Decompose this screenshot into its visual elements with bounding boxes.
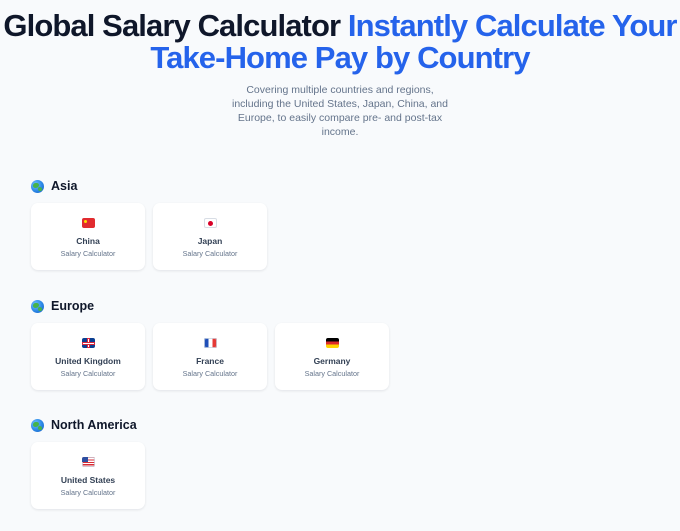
north-america-card-list: United States Salary Calculator <box>31 442 145 509</box>
france-card[interactable]: France Salary Calculator <box>153 323 267 390</box>
france-name: France <box>196 356 224 366</box>
page-subtitle: Covering multiple countries and regions,… <box>232 84 448 138</box>
globe-icon <box>31 299 44 313</box>
united-kingdom-name: United Kingdom <box>55 356 121 366</box>
japan-flag-icon <box>203 218 217 228</box>
north-america-section: North America United States Salary Calcu… <box>31 416 145 509</box>
germany-subtitle: Salary Calculator <box>304 369 360 378</box>
united-kingdom-card[interactable]: United Kingdom Salary Calculator <box>31 323 145 390</box>
germany-card[interactable]: Germany Salary Calculator <box>275 323 389 390</box>
europe-card-list: United Kingdom Salary Calculator France … <box>31 323 389 390</box>
title-main: Global Salary Calculator <box>3 8 341 43</box>
united-states-subtitle: Salary Calculator <box>60 488 116 497</box>
china-card[interactable]: China Salary Calculator <box>31 203 145 270</box>
japan-subtitle: Salary Calculator <box>182 249 238 258</box>
china-name: China <box>76 236 100 246</box>
asia-title: Asia <box>51 179 78 193</box>
asia-card-list: China Salary Calculator Japan Salary Cal… <box>31 203 267 270</box>
united-kingdom-subtitle: Salary Calculator <box>60 369 116 378</box>
europe-title: Europe <box>51 299 95 313</box>
united-kingdom-flag-icon <box>81 338 95 348</box>
china-flag-icon <box>81 218 95 228</box>
asia-heading: Asia <box>31 177 77 195</box>
globe-icon <box>31 179 44 193</box>
globe-icon <box>31 418 44 432</box>
europe-heading: Europe <box>31 297 94 315</box>
france-flag-icon <box>203 338 217 348</box>
japan-card[interactable]: Japan Salary Calculator <box>153 203 267 270</box>
united-states-name: United States <box>60 475 116 485</box>
hero-section: Global Salary Calculator Instantly Calcu… <box>0 10 680 139</box>
germany-flag-icon <box>325 338 339 348</box>
united-states-flag-icon <box>81 457 95 467</box>
united-states-card[interactable]: United States Salary Calculator <box>31 442 145 509</box>
china-subtitle: Salary Calculator <box>60 249 116 258</box>
japan-name: Japan <box>197 236 223 246</box>
page-title: Global Salary Calculator Instantly Calcu… <box>0 10 680 74</box>
europe-section: Europe United Kingdom Salary Calculator … <box>31 297 389 390</box>
asia-section: Asia China Salary Calculator Japan Salar… <box>31 177 267 270</box>
germany-name: Germany <box>313 356 351 366</box>
north-america-heading: North America <box>31 416 137 434</box>
north-america-title: North America <box>51 418 137 432</box>
france-subtitle: Salary Calculator <box>182 369 238 378</box>
